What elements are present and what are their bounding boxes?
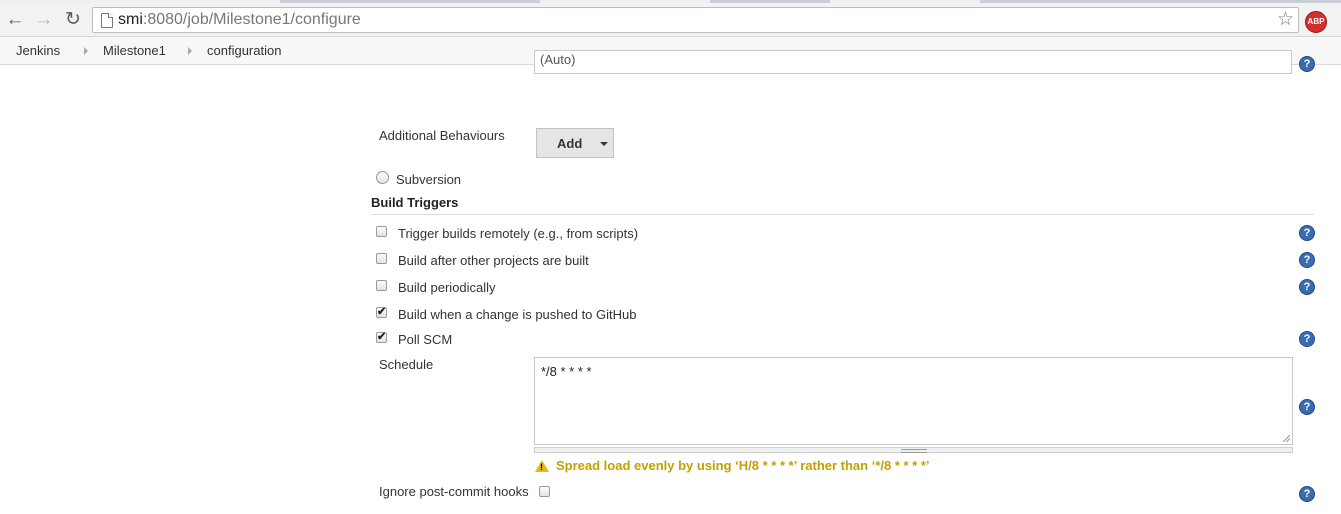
additional-behaviours-label: Additional Behaviours [379, 128, 505, 143]
breadcrumb-milestone1[interactable]: Milestone1 [103, 43, 166, 58]
breadcrumb-configuration[interactable]: configuration [207, 43, 281, 58]
breadcrumb-separator-icon[interactable] [84, 47, 88, 55]
subversion-label: Subversion [396, 172, 462, 187]
bookmark-star-icon[interactable]: ☆ [1277, 8, 1294, 32]
schedule-textarea[interactable]: */8 * * * * [534, 357, 1293, 445]
reload-icon[interactable]: ↻ [62, 9, 84, 31]
address-bar[interactable]: smi:8080/job/Milestone1/configure ☆ [92, 7, 1299, 33]
back-icon[interactable]: ← [4, 9, 26, 31]
forward-icon[interactable]: → [33, 9, 55, 31]
resize-handle-icon[interactable] [901, 449, 927, 453]
section-divider [371, 214, 1314, 215]
subversion-radio[interactable] [376, 171, 389, 184]
github-push-checkbox[interactable]: ✔ [376, 307, 387, 318]
build-periodically-label: Build periodically [398, 280, 496, 295]
adblock-plus-icon[interactable]: ABP [1305, 11, 1327, 33]
chevron-down-icon [600, 142, 608, 146]
url-text[interactable]: smi:8080/job/Milestone1/configure [118, 11, 361, 29]
breadcrumb-jenkins[interactable]: Jenkins [16, 43, 60, 58]
build-after-others-checkbox[interactable] [376, 253, 387, 264]
breadcrumb-separator-icon[interactable] [188, 47, 192, 55]
poll-scm-checkbox[interactable]: ✔ [376, 332, 387, 343]
help-icon[interactable]: ? [1299, 279, 1315, 295]
scm-option-field[interactable]: (Auto) [534, 50, 1292, 74]
ignore-hooks-checkbox[interactable] [539, 486, 550, 497]
help-icon[interactable]: ? [1299, 486, 1315, 502]
help-icon[interactable]: ? [1299, 252, 1315, 268]
trigger-remotely-label: Trigger builds remotely (e.g., from scri… [398, 226, 639, 241]
browser-toolbar: ← → ↻ smi:8080/job/Milestone1/configure … [0, 3, 1341, 37]
ignore-hooks-label: Ignore post-commit hooks [379, 484, 529, 499]
schedule-warning-text: Spread load evenly by using ‘H/8 * * * *… [556, 458, 930, 473]
help-icon[interactable]: ? [1299, 225, 1315, 241]
trigger-remotely-checkbox[interactable] [376, 226, 387, 237]
add-behaviour-button[interactable]: Add [536, 128, 614, 158]
github-push-label: Build when a change is pushed to GitHub [398, 307, 637, 322]
warning-icon: ! [535, 460, 549, 472]
help-icon[interactable]: ? [1299, 399, 1315, 415]
build-after-others-label: Build after other projects are built [398, 253, 589, 268]
schedule-label: Schedule [379, 357, 434, 372]
textarea-resize-bar[interactable] [534, 447, 1293, 453]
build-triggers-title: Build Triggers [371, 195, 459, 210]
page-icon [101, 13, 113, 28]
scm-option-value: (Auto) [540, 52, 576, 67]
help-icon[interactable]: ? [1299, 56, 1315, 72]
build-periodically-checkbox[interactable] [376, 280, 387, 291]
schedule-value: */8 * * * * [541, 364, 592, 379]
add-button-label: Add [557, 136, 583, 151]
resize-grip-icon[interactable] [1283, 435, 1290, 442]
poll-scm-label: Poll SCM [398, 332, 453, 347]
help-icon[interactable]: ? [1299, 331, 1315, 347]
